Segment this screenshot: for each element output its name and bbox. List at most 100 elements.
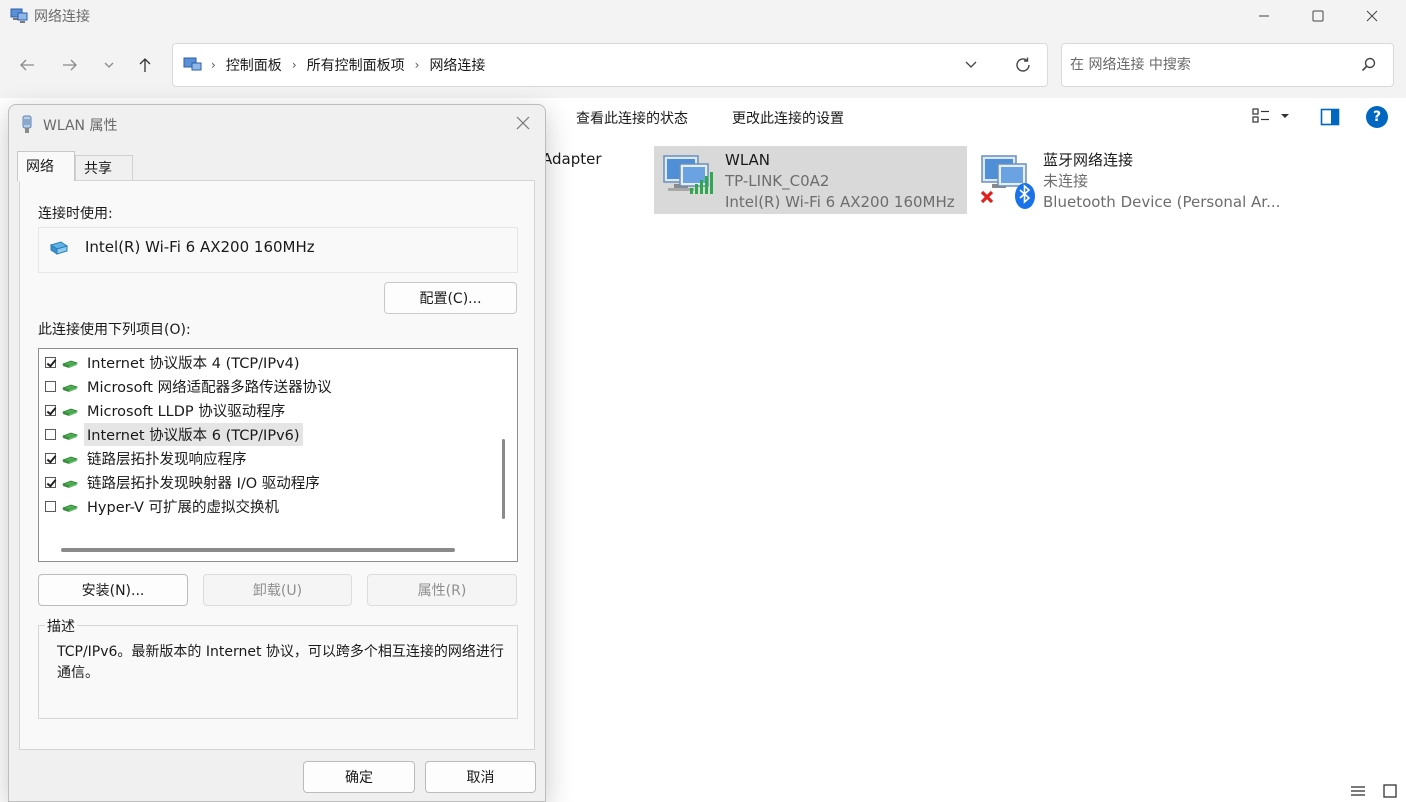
item-checkbox[interactable] [45,500,56,512]
change-settings-command[interactable]: 更改此连接的设置 [732,108,844,128]
item-checkbox[interactable] [45,428,56,440]
connection-status: TP-LINK_C0A2 [725,172,830,190]
connection-item-wlan[interactable]: WLAN TP-LINK_C0A2 Intel(R) Wi-Fi 6 AX200… [654,146,967,214]
tab-sharing[interactable]: 共享 [75,155,133,181]
change-view-button[interactable] [1252,108,1290,124]
connection-item-bluetooth[interactable]: 蓝牙网络连接 未连接 Bluetooth Device (Personal Ar… [974,146,1284,214]
address-row: › 控制面板 › 所有控制面板项 › 网络连接 [0,32,1406,98]
item-checkbox[interactable] [45,404,56,416]
recent-locations-button[interactable] [96,52,122,78]
protocol-icon [62,360,78,368]
adapter-name: Intel(R) Wi-Fi 6 AX200 160MHz [85,238,315,256]
list-item[interactable]: 链路层拓扑发现映射器 I/O 驱动程序 [45,471,323,493]
back-button[interactable] [14,52,40,78]
install-button[interactable]: 安装(N)... [38,574,188,606]
connection-device: Intel(R) Wi-Fi 6 AX200 160MHz [725,193,955,211]
connection-status: 未连接 [1043,172,1089,190]
item-label: Internet 协议版本 6 (TCP/IPv6) [84,422,303,446]
item-checkbox[interactable] [45,380,56,392]
help-icon[interactable]: ? [1366,106,1388,128]
breadcrumb-separator[interactable]: › [211,58,216,72]
item-checkbox[interactable] [45,476,56,488]
maximize-icon [1312,10,1324,22]
breadcrumb-separator[interactable]: › [292,58,297,72]
breadcrumb-all-items[interactable]: 所有控制面板项 [307,55,405,75]
item-checkbox[interactable] [45,356,56,368]
item-label: Hyper-V 可扩展的虚拟交换机 [87,499,280,516]
minimize-icon [1259,15,1269,17]
view-options-icon [1252,108,1269,123]
arrow-up-icon [139,58,151,72]
dialog-title-bar: WLAN 属性 [9,105,545,143]
item-checkbox[interactable] [45,452,56,464]
horizontal-scrollbar-thumb[interactable] [61,548,455,552]
view-status-command[interactable]: 查看此连接的状态 [576,108,688,128]
address-dropdown-icon[interactable] [963,56,979,72]
item-label: 链路层拓扑发现响应程序 [87,451,247,468]
search-box[interactable] [1061,43,1394,87]
protocol-icon [62,480,78,488]
components-listbox[interactable]: Internet 协议版本 4 (TCP/IPv4) Microsoft 网络适配… [38,348,518,562]
configure-button[interactable]: 配置(C)... [384,282,517,314]
caret-down-icon [1281,114,1289,118]
minimize-button[interactable] [1238,0,1290,32]
breadcrumb: › 控制面板 › 所有控制面板项 › 网络连接 [183,44,485,86]
close-button[interactable] [1346,0,1398,32]
tab-network[interactable]: 网络 [17,151,75,181]
ok-button[interactable]: 确定 [303,761,415,793]
connection-name: 蓝牙网络连接 [1043,151,1134,169]
list-item[interactable]: Internet 协议版本 6 (TCP/IPv6) [45,422,303,446]
description-legend: 描述 [45,616,77,636]
search-icon[interactable] [1360,56,1378,74]
connection-device: Bluetooth Device (Personal Ar... [1043,193,1281,211]
large-icons-view-icon[interactable] [1382,784,1398,798]
details-view-icon[interactable] [1350,784,1366,798]
list-item[interactable]: Internet 协议版本 4 (TCP/IPv4) [45,351,303,373]
vertical-scrollbar-thumb[interactable] [502,439,505,519]
address-bar[interactable]: › 控制面板 › 所有控制面板项 › 网络连接 [172,43,1048,87]
uninstall-button[interactable]: 卸载(U) [203,574,352,606]
list-item[interactable]: 链路层拓扑发现响应程序 [45,447,250,469]
preview-pane-icon[interactable] [1320,107,1340,127]
maximize-button[interactable] [1292,0,1344,32]
wifi-adapter-icon [22,115,32,133]
description-text: TCP/IPv6。最新版本的 Internet 协议，可以跨多个相互连接的网络进… [57,644,504,681]
close-icon [1366,10,1378,22]
cancel-button[interactable]: 取消 [425,761,536,793]
breadcrumb-separator[interactable]: › [415,58,420,72]
search-input[interactable] [1070,54,1350,76]
item-label: Internet 协议版本 4 (TCP/IPv4) [87,355,300,372]
protocol-icon [62,504,78,512]
breadcrumb-network-connections[interactable]: 网络连接 [429,55,485,75]
item-label: Microsoft 网络适配器多路传送器协议 [87,379,332,396]
network-card-icon [49,241,69,255]
forward-button[interactable] [57,52,83,78]
dialog-close-icon[interactable] [515,115,531,131]
dialog-title: WLAN 属性 [43,118,118,134]
chevron-down-icon [104,62,114,68]
connect-using-label: 连接时使用: [38,206,113,222]
properties-button[interactable]: 属性(R) [367,574,517,606]
description-group: 描述 TCP/IPv6。最新版本的 Internet 协议，可以跨多个相互连接的… [38,616,518,719]
partial-adapter-label[interactable]: Adapter [542,150,602,168]
adapter-box: Intel(R) Wi-Fi 6 AX200 160MHz [38,227,518,273]
protocol-icon [62,456,78,464]
breadcrumb-control-panel[interactable]: 控制面板 [226,55,282,75]
arrow-left-icon [20,59,34,71]
wlan-properties-dialog: WLAN 属性 网络 共享 连接时使用: Intel(R) Wi-Fi 6 AX… [8,104,546,802]
up-button[interactable] [132,52,158,78]
list-item[interactable]: Microsoft LLDP 协议驱动程序 [45,399,288,421]
list-item[interactable]: Microsoft 网络适配器多路传送器协议 [45,375,335,397]
control-panel-icon [183,57,202,71]
item-label: 链路层拓扑发现映射器 I/O 驱动程序 [87,475,320,492]
refresh-icon[interactable] [1013,55,1033,75]
list-item[interactable]: Hyper-V 可扩展的虚拟交换机 [45,495,282,517]
network-tab-panel: 连接时使用: Intel(R) Wi-Fi 6 AX200 160MHz 配置(… [19,180,535,750]
item-label: Microsoft LLDP 协议驱动程序 [87,403,286,420]
connection-name: WLAN [725,151,771,169]
title-bar: 网络连接 [0,0,1406,32]
protocol-icon [62,432,78,440]
arrow-right-icon [63,59,77,71]
window-title: 网络连接 [34,9,90,25]
items-label: 此连接使用下列项目(O): [38,322,191,338]
